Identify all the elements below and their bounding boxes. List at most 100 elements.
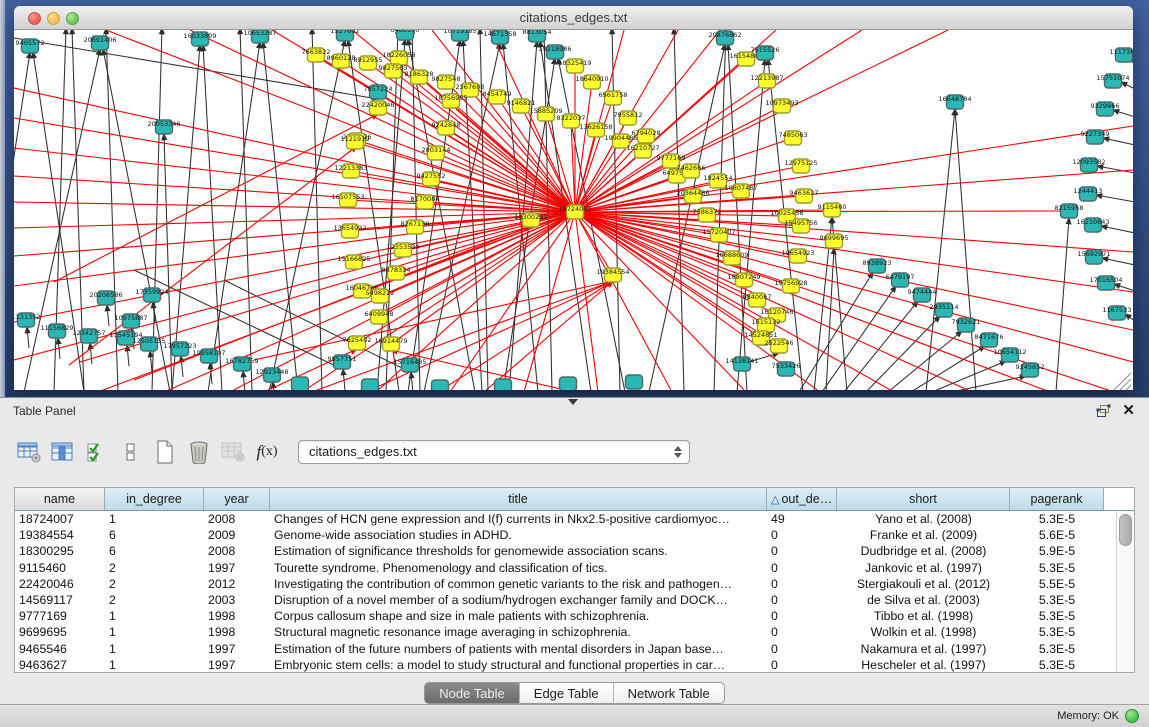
graph-edge[interactable] (107, 305, 109, 326)
cell-pagerank[interactable]: 5.9E-5 (1010, 543, 1104, 559)
cell-title[interactable]: Changes of HCN gene expression and I(f) … (270, 511, 767, 527)
cell-in_degree[interactable]: 1 (105, 624, 204, 640)
graph-edge[interactable] (1126, 385, 1131, 390)
network-canvas[interactable]: 1872400776638228960128891295518226058982… (14, 30, 1133, 390)
graph-edge[interactable] (152, 30, 162, 390)
graph-edge[interactable] (866, 316, 940, 390)
graph-edge[interactable] (27, 327, 29, 348)
cell-name[interactable]: 9699695 (15, 624, 105, 640)
graph-edge[interactable] (1056, 218, 1069, 390)
cell-pagerank[interactable]: 5.3E-5 (1010, 592, 1104, 608)
memory-status-indicator[interactable] (1125, 709, 1139, 723)
graph-edge[interactable] (484, 281, 613, 390)
graph-edge[interactable] (674, 30, 684, 390)
graph-edge[interactable] (411, 372, 413, 390)
column-header-year[interactable]: year (204, 488, 270, 510)
cell-name[interactable]: 18300295 (15, 543, 105, 559)
cell-out_de[interactable]: 0 (767, 527, 837, 543)
cell-in_degree[interactable]: 2 (105, 576, 204, 592)
table-row[interactable]: 911546021997Tourette syndrome. Phenomeno… (15, 560, 1116, 576)
cell-title[interactable]: Estimation of the future numbers of pati… (270, 641, 767, 657)
cell-title[interactable]: Corpus callosum shape and size in male p… (270, 608, 767, 624)
table-vertical-scrollbar[interactable] (1116, 511, 1134, 672)
cell-year[interactable]: 1997 (204, 641, 270, 657)
cell-year[interactable]: 1997 (204, 657, 270, 672)
tab-edge-table[interactable]: Edge Table (520, 682, 614, 704)
cell-year[interactable]: 2008 (204, 511, 270, 527)
graph-edge[interactable] (575, 212, 1133, 330)
network-window-titlebar[interactable]: citations_edges.txt (14, 6, 1133, 30)
network-window[interactable]: citations_edges.txt 18724007766382289601… (14, 6, 1133, 390)
graph-edge[interactable] (243, 371, 245, 390)
table-row[interactable]: 1938455462009Genome-wide association stu… (15, 527, 1116, 543)
graph-edge[interactable] (150, 351, 152, 372)
cell-in_degree[interactable]: 6 (105, 527, 204, 543)
cell-title[interactable]: Structural magnetic resonance image aver… (270, 624, 767, 640)
cell-short[interactable]: Franke et al. (2009) (837, 527, 1010, 543)
cell-year[interactable]: 1997 (204, 560, 270, 576)
table-row[interactable]: 977716911998Corpus callosum shape and si… (15, 608, 1116, 624)
cell-out_de[interactable]: 0 (767, 624, 837, 640)
cell-pagerank[interactable]: 5.3E-5 (1010, 511, 1104, 527)
cell-in_degree[interactable]: 2 (105, 592, 204, 608)
graph-edge[interactable] (1113, 110, 1133, 117)
cell-pagerank[interactable]: 5.3E-5 (1010, 560, 1104, 576)
cell-in_degree[interactable]: 6 (105, 543, 204, 559)
cell-name[interactable]: 9115460 (15, 560, 105, 576)
cell-title[interactable]: Embryonic stem cells: a model to study s… (270, 657, 767, 672)
graph-edge[interactable] (1102, 258, 1133, 265)
table-source-combobox[interactable]: citations_edges.txt (298, 440, 690, 464)
cell-pagerank[interactable]: 5.3E-5 (1010, 608, 1104, 624)
cell-out_de[interactable]: 0 (767, 641, 837, 657)
graph-edge[interactable] (575, 30, 720, 212)
cell-in_degree[interactable]: 1 (105, 608, 204, 624)
tab-node-table[interactable]: Node Table (424, 682, 520, 704)
cell-title[interactable]: Tourette syndrome. Phenomenology and cla… (270, 560, 767, 576)
cell-short[interactable]: Jankovic et al. (1997) (837, 560, 1010, 576)
graph-edge[interactable] (822, 286, 896, 390)
cell-out_de[interactable]: 0 (767, 592, 837, 608)
cell-name[interactable]: 19384554 (15, 527, 105, 543)
table-row[interactable]: 969969511998Structural magnetic resonanc… (15, 624, 1116, 640)
column-header-short[interactable]: short (837, 488, 1010, 510)
table-row[interactable]: 1830029562008Estimation of significance … (15, 543, 1116, 559)
cell-name[interactable]: 14569117 (15, 592, 105, 608)
graph-node[interactable] (362, 379, 379, 390)
cell-pagerank[interactable]: 5.6E-5 (1010, 527, 1104, 543)
cell-title[interactable]: Estimation of significance thresholds fo… (270, 543, 767, 559)
graph-node[interactable] (560, 377, 577, 390)
graph-node[interactable] (292, 377, 309, 390)
graph-node[interactable] (432, 380, 449, 390)
graph-edge[interactable] (14, 52, 30, 390)
graph-edge[interactable] (1096, 195, 1133, 202)
cell-short[interactable]: Nakamura et al. (1997) (837, 641, 1010, 657)
close-panel-icon[interactable]: ✕ (1122, 401, 1135, 419)
graph-edge[interactable] (90, 343, 92, 364)
cell-name[interactable]: 9465546 (15, 641, 105, 657)
cell-out_de[interactable]: 0 (767, 543, 837, 559)
cell-in_degree[interactable]: 1 (105, 511, 204, 527)
cell-pagerank[interactable]: 5.5E-5 (1010, 576, 1104, 592)
graph-edge[interactable] (575, 82, 592, 212)
graph-node[interactable] (626, 375, 643, 389)
cell-name[interactable]: 9777169 (15, 608, 105, 624)
graph-edge[interactable] (612, 30, 620, 390)
graph-edge[interactable] (888, 331, 962, 390)
splitter-handle-icon[interactable] (568, 399, 578, 405)
graph-edge[interactable] (926, 109, 955, 390)
table-row[interactable]: 946554611997Estimation of the future num… (15, 641, 1116, 657)
graph-edge[interactable] (1103, 138, 1133, 145)
select-column-icon[interactable] (48, 436, 78, 468)
new-column-document-icon[interactable] (150, 436, 180, 468)
table-row[interactable]: 1456911722003Disruption of a novel membe… (15, 592, 1116, 608)
column-header-name[interactable]: name (15, 488, 105, 510)
graph-edge[interactable] (1101, 226, 1133, 233)
cell-year[interactable]: 1998 (204, 608, 270, 624)
table-settings-icon[interactable] (14, 436, 44, 468)
graph-edge[interactable] (932, 361, 1006, 390)
graph-edge[interactable] (134, 270, 342, 369)
function-builder-icon[interactable]: f(x) (252, 436, 282, 468)
cell-year[interactable]: 2003 (204, 592, 270, 608)
graph-edge[interactable] (273, 382, 275, 390)
cell-short[interactable]: Yano et al. (2008) (837, 511, 1010, 527)
